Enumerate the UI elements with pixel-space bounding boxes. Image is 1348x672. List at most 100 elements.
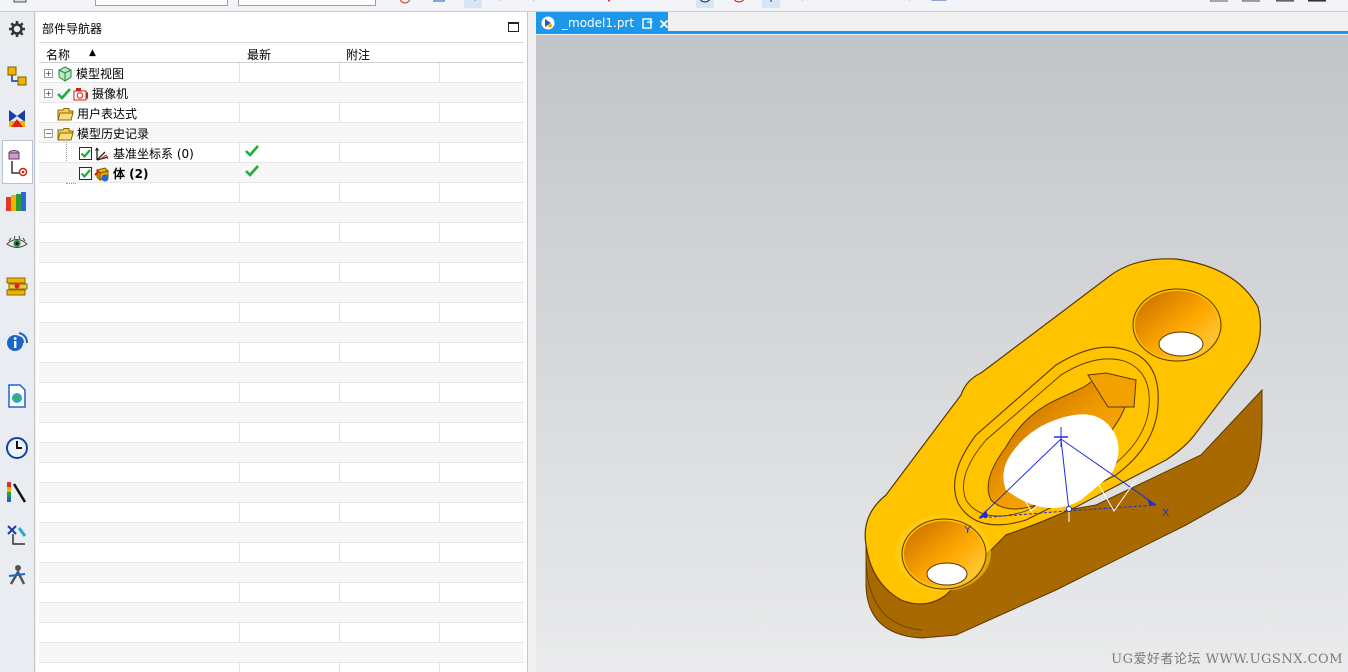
tree-row-body[interactable]: 体 (2) <box>39 163 524 183</box>
tree-row-label: 摄像机 <box>92 87 129 101</box>
empty-row <box>39 483 524 503</box>
document-tab-bar: _model1.prt <box>536 12 1348 34</box>
empty-row <box>39 443 524 463</box>
close-tab-icon[interactable] <box>659 18 669 29</box>
extrude-body-icon <box>94 166 110 182</box>
empty-row <box>39 603 524 623</box>
visibility-checkbox[interactable] <box>79 167 92 180</box>
cube-icon[interactable] <box>430 0 448 8</box>
latest-check-icon <box>245 164 259 181</box>
vector2-icon[interactable] <box>1070 0 1088 8</box>
empty-row <box>39 283 524 303</box>
green-check-icon <box>57 87 71 101</box>
expand-toggle[interactable]: + <box>44 89 53 98</box>
latest-check-icon <box>245 144 259 161</box>
empty-row <box>39 543 524 563</box>
folder-icon <box>57 107 74 121</box>
line2-icon[interactable] <box>531 0 549 8</box>
tree-row-model-views[interactable]: + 模型视图 <box>39 63 524 83</box>
history-clock-icon[interactable] <box>3 434 31 462</box>
view-history-eye-icon[interactable] <box>3 230 31 258</box>
column-header-notes[interactable]: 附注 <box>346 46 370 63</box>
render-style1-icon[interactable] <box>1209 0 1233 8</box>
empty-row <box>39 263 524 283</box>
tree-row-user-expressions[interactable]: 用户表达式 <box>39 103 524 123</box>
arc-icon[interactable] <box>567 0 585 8</box>
select-arrow-icon[interactable] <box>464 0 482 8</box>
tangent-icon[interactable] <box>762 0 780 8</box>
empty-row <box>39 323 524 343</box>
maximize-icon[interactable] <box>508 22 519 32</box>
empty-row <box>39 523 524 543</box>
part-navigator-panel: 部件导航器 名称 ▲ 最新 附注 + 模型视图 + 摄像机 用户表达式 − 模型… <box>36 12 528 672</box>
tree-row-datum-csys[interactable]: 基准坐标系 (0) <box>39 143 524 163</box>
resource-bar <box>0 12 35 672</box>
circle2-icon[interactable] <box>730 0 748 8</box>
datum-csys-icon <box>94 146 110 162</box>
empty-row <box>39 663 524 672</box>
empty-row <box>39 563 524 583</box>
line-icon[interactable] <box>497 0 515 8</box>
empty-row <box>39 403 524 423</box>
sort-ascending-icon[interactable]: ▲ <box>89 48 96 58</box>
render-style2-icon[interactable] <box>1241 0 1265 8</box>
empty-row <box>39 243 524 263</box>
empty-row <box>39 463 524 483</box>
snap-icon[interactable] <box>396 0 414 8</box>
type-filter-select[interactable] <box>95 0 228 6</box>
point2-icon[interactable] <box>630 0 648 8</box>
forum-watermark: UG爱好者论坛 WWW.UGSNX.COM <box>1111 652 1343 667</box>
pick-icon[interactable] <box>796 0 814 8</box>
web-document-icon[interactable] <box>3 382 31 410</box>
render-style3-icon[interactable] <box>1275 0 1299 8</box>
empty-row <box>39 643 524 663</box>
face2-icon[interactable] <box>862 0 880 8</box>
vector-icon[interactable] <box>1035 0 1053 8</box>
vector3-icon[interactable] <box>1100 0 1118 8</box>
nx-part-icon <box>541 16 555 30</box>
empty-row <box>39 183 524 203</box>
tree-row-cameras[interactable]: + 摄像机 <box>39 83 524 103</box>
part-model[interactable]: Y X <box>536 35 1348 672</box>
settings-gear-icon[interactable] <box>3 15 31 43</box>
constraint-navigator-icon[interactable] <box>3 104 31 132</box>
column-header-latest[interactable]: 最新 <box>247 46 271 63</box>
axis-y-label: Y <box>964 524 972 536</box>
expand-toggle[interactable]: + <box>44 69 53 78</box>
tree-row-label: 模型视图 <box>76 67 125 81</box>
info-feed-icon[interactable] <box>3 327 31 355</box>
box-icon[interactable] <box>1005 0 1023 8</box>
column-header-name[interactable]: 名称 <box>46 46 70 63</box>
assembly-navigator-icon[interactable] <box>3 62 31 90</box>
table-icon[interactable] <box>930 0 948 8</box>
circle-icon[interactable] <box>696 0 714 8</box>
view-icon[interactable] <box>12 0 30 8</box>
multi-icon[interactable] <box>960 0 978 8</box>
process-studio-icon[interactable] <box>3 520 31 548</box>
tab-model1-prt[interactable]: _model1.prt <box>536 12 669 34</box>
panel-title: 部件导航器 <box>42 22 103 36</box>
graphics-window[interactable]: Y X UG爱好者论坛 WWW.UGSNX.COM <box>536 35 1348 672</box>
model-views-icon <box>57 65 73 82</box>
empty-row <box>39 203 524 223</box>
empty-row <box>39 223 524 243</box>
render-style4-icon[interactable] <box>1307 0 1331 8</box>
system-materials-icon[interactable] <box>3 272 31 300</box>
roles-icon[interactable] <box>3 560 31 588</box>
part-navigator-icon[interactable] <box>2 140 33 184</box>
face-icon[interactable] <box>828 0 846 8</box>
reuse-library-icon[interactable] <box>3 188 31 216</box>
pin-icon[interactable] <box>642 17 653 29</box>
axis-x-label: X <box>1162 507 1170 519</box>
grid-icon[interactable] <box>896 0 914 8</box>
empty-row <box>39 343 524 363</box>
collapse-toggle[interactable]: − <box>44 129 53 138</box>
tree-row-label: 用户表达式 <box>77 107 138 121</box>
visibility-checkbox[interactable] <box>79 147 92 160</box>
scope-select[interactable] <box>238 0 376 6</box>
palette-icon[interactable] <box>3 478 31 506</box>
tree-row-label: 体 (2) <box>113 167 149 181</box>
empty-row <box>39 423 524 443</box>
tree-row-model-history[interactable]: − 模型历史记录 <box>39 123 524 143</box>
point-icon[interactable] <box>600 0 618 8</box>
